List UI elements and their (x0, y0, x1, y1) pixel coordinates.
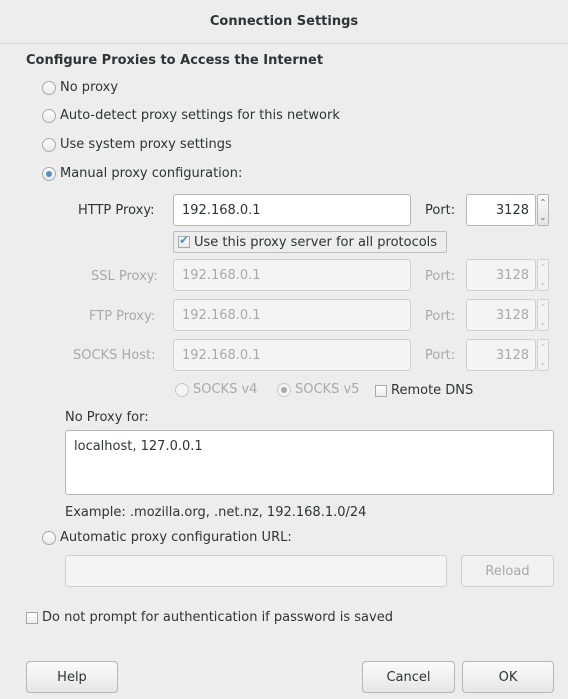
radio-label-socks-v5: SOCKS v5 (295, 382, 360, 397)
remote-dns-checkbox[interactable]: Remote DNS (375, 383, 473, 398)
auto-config-url-input[interactable] (65, 555, 447, 587)
share-all-protocols-checkbox[interactable]: Use this proxy server for all protocols (173, 231, 447, 253)
ftp-port-label: Port: (425, 309, 456, 324)
radio-socks-v4[interactable]: SOCKS v4 (175, 382, 257, 397)
socks-port-input[interactable]: 3128 (466, 339, 536, 371)
http-port-spinner[interactable]: ⌃ ⌄ (537, 194, 549, 226)
no-proxy-label: No Proxy for: (65, 410, 149, 425)
checkbox-indicator[interactable] (375, 384, 387, 397)
ssl-proxy-input[interactable]: 192.168.0.1 (173, 259, 411, 291)
socks-host-label: SOCKS Host: (73, 348, 156, 363)
http-proxy-input[interactable]: 192.168.0.1 (173, 194, 411, 226)
ssl-port-label: Port: (425, 269, 456, 284)
chevron-up-icon[interactable]: ⌃ (540, 198, 547, 207)
no-proxy-value: localhost, 127.0.0.1 (74, 439, 203, 454)
socks-port-spinner[interactable]: ⌃ ⌄ (537, 339, 549, 371)
radio-indicator[interactable] (42, 137, 56, 152)
no-proxy-example: Example: .mozilla.org, .net.nz, 192.168.… (65, 505, 367, 520)
ftp-proxy-input[interactable]: 192.168.0.1 (173, 299, 411, 331)
socks-port-label: Port: (425, 348, 456, 363)
chevron-down-icon[interactable]: ⌄ (540, 278, 547, 287)
chevron-up-icon[interactable]: ⌃ (540, 263, 547, 272)
dialog-title: Connection Settings (0, 0, 568, 44)
ok-button[interactable]: OK (462, 661, 554, 693)
chevron-down-icon[interactable]: ⌄ (540, 213, 547, 222)
http-port-input[interactable]: 3128 (466, 194, 536, 226)
radio-system-proxy[interactable]: Use system proxy settings (42, 137, 232, 152)
radio-indicator[interactable] (42, 166, 56, 181)
radio-indicator[interactable] (42, 108, 56, 123)
radio-label-auto-detect: Auto-detect proxy settings for this netw… (60, 108, 340, 123)
radio-auto-config-url[interactable]: Automatic proxy configuration URL: (42, 530, 292, 545)
chevron-down-icon[interactable]: ⌄ (540, 358, 547, 367)
radio-indicator[interactable] (42, 530, 56, 545)
section-heading: Configure Proxies to Access the Internet (26, 53, 324, 68)
help-button[interactable]: Help (26, 661, 118, 693)
cancel-button[interactable]: Cancel (362, 661, 455, 693)
chevron-down-icon[interactable]: ⌄ (540, 318, 547, 327)
auth-prompt-checkbox[interactable]: Do not prompt for authentication if pass… (26, 610, 393, 625)
reload-button[interactable]: Reload (461, 555, 554, 587)
share-all-protocols-label: Use this proxy server for all protocols (194, 234, 438, 250)
ftp-port-spinner[interactable]: ⌃ ⌄ (537, 299, 549, 331)
http-port-label: Port: (425, 203, 456, 218)
chevron-up-icon[interactable]: ⌃ (540, 303, 547, 312)
radio-label-no-proxy: No proxy (60, 80, 119, 95)
ftp-proxy-label: FTP Proxy: (89, 309, 156, 324)
auth-prompt-label: Do not prompt for authentication if pass… (42, 610, 393, 625)
checkbox-indicator[interactable] (178, 233, 190, 248)
radio-indicator[interactable] (42, 80, 56, 95)
ssl-proxy-label: SSL Proxy: (91, 269, 158, 284)
ssl-port-input[interactable]: 3128 (466, 259, 536, 291)
http-proxy-label: HTTP Proxy: (78, 203, 155, 218)
radio-label-auto-config-url: Automatic proxy configuration URL: (60, 530, 292, 545)
radio-socks-v5[interactable]: SOCKS v5 (277, 382, 359, 397)
checkbox-indicator[interactable] (26, 611, 38, 624)
no-proxy-textarea[interactable]: localhost, 127.0.0.1 (65, 430, 554, 495)
radio-label-socks-v4: SOCKS v4 (193, 382, 258, 397)
chevron-up-icon[interactable]: ⌃ (540, 343, 547, 352)
radio-manual-proxy[interactable]: Manual proxy configuration: (42, 166, 242, 181)
remote-dns-label: Remote DNS (391, 383, 474, 398)
radio-label-manual-proxy: Manual proxy configuration: (60, 166, 243, 181)
radio-auto-detect[interactable]: Auto-detect proxy settings for this netw… (42, 108, 340, 123)
ftp-port-input[interactable]: 3128 (466, 299, 536, 331)
ssl-port-spinner[interactable]: ⌃ ⌄ (537, 259, 549, 291)
radio-label-system-proxy: Use system proxy settings (60, 137, 232, 152)
radio-no-proxy[interactable]: No proxy (42, 80, 118, 95)
radio-indicator[interactable] (277, 382, 291, 397)
socks-host-input[interactable]: 192.168.0.1 (173, 339, 411, 371)
radio-indicator[interactable] (175, 382, 189, 397)
